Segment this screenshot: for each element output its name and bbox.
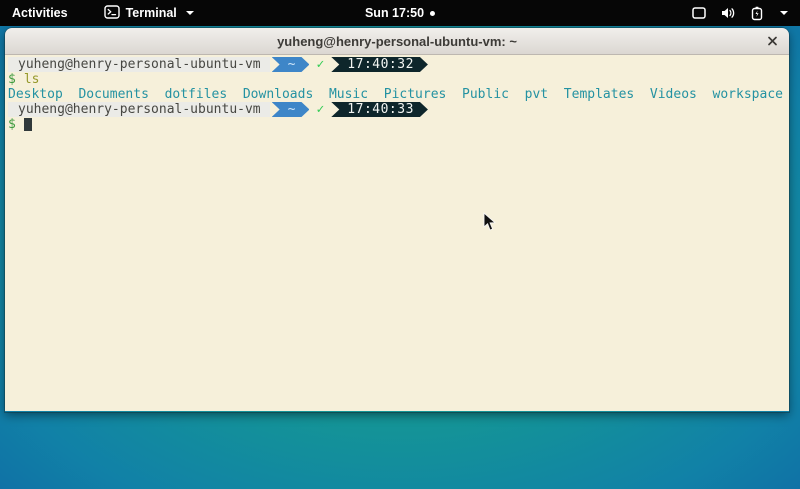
ls-entry: dotfiles	[165, 87, 228, 102]
clock-button[interactable]: Sun 17:50	[359, 0, 441, 26]
input-line: $	[8, 117, 787, 132]
terminal-app-icon	[104, 5, 120, 22]
command-line: $ ls	[8, 72, 787, 87]
display-icon	[691, 6, 707, 20]
ls-entry: Downloads	[243, 87, 313, 102]
top-bar: Activities Terminal Sun 17:50	[0, 0, 800, 26]
window-titlebar[interactable]: yuheng@henry-personal-ubuntu-vm: ~	[5, 28, 789, 55]
ls-entry: Documents	[78, 87, 148, 102]
ls-entry: Videos	[650, 87, 697, 102]
clock-label: Sun 17:50	[365, 6, 424, 20]
ls-output-line: Desktop Documents dotfiles Downloads Mus…	[8, 87, 787, 102]
notification-dot	[430, 11, 435, 16]
terminal-cursor	[24, 118, 32, 131]
terminal-window: yuheng@henry-personal-ubuntu-vm: ~ yuhen…	[5, 28, 789, 412]
chevron-down-icon	[780, 11, 788, 15]
prompt-cwd-segment: ~	[272, 102, 310, 117]
window-title: yuheng@henry-personal-ubuntu-vm: ~	[277, 34, 517, 49]
terminal-viewport[interactable]: yuheng@henry-personal-ubuntu-vm ~ ✓ 17:4…	[5, 55, 789, 411]
prompt-line: yuheng@henry-personal-ubuntu-vm ~ ✓ 17:4…	[8, 102, 787, 117]
prompt-time-segment: 17:40:32	[331, 57, 428, 72]
typed-command: ls	[24, 72, 40, 87]
activities-button[interactable]: Activities	[6, 0, 74, 26]
ls-entry: pvt	[525, 87, 548, 102]
prompt-user-host: yuheng@henry-personal-ubuntu-vm	[8, 57, 270, 72]
shell-prompt-symbol: $	[8, 117, 16, 132]
activities-label: Activities	[12, 6, 68, 20]
prompt-time-segment: 17:40:33	[331, 102, 428, 117]
close-button[interactable]	[763, 32, 782, 51]
ls-entry: Music	[329, 87, 368, 102]
prompt-cwd-segment: ~	[272, 57, 310, 72]
mouse-cursor	[483, 212, 496, 236]
app-menu-button[interactable]: Terminal	[98, 0, 200, 26]
status-check-icon: ✓	[316, 102, 324, 117]
app-menu-label: Terminal	[126, 6, 177, 20]
ls-entry: Public	[462, 87, 509, 102]
ls-entry: Pictures	[384, 87, 447, 102]
prompt-user-host: yuheng@henry-personal-ubuntu-vm	[8, 102, 270, 117]
status-check-icon: ✓	[316, 57, 324, 72]
system-menu-button[interactable]	[687, 0, 792, 26]
battery-icon	[750, 6, 764, 21]
ls-entry: Desktop	[8, 87, 63, 102]
prompt-line: yuheng@henry-personal-ubuntu-vm ~ ✓ 17:4…	[8, 57, 787, 72]
shell-prompt-symbol: $	[8, 72, 16, 87]
close-icon	[767, 36, 778, 47]
chevron-down-icon	[186, 11, 194, 15]
volume-icon	[720, 6, 737, 20]
ls-entry: Templates	[564, 87, 634, 102]
ls-entry: workspace	[713, 87, 783, 102]
